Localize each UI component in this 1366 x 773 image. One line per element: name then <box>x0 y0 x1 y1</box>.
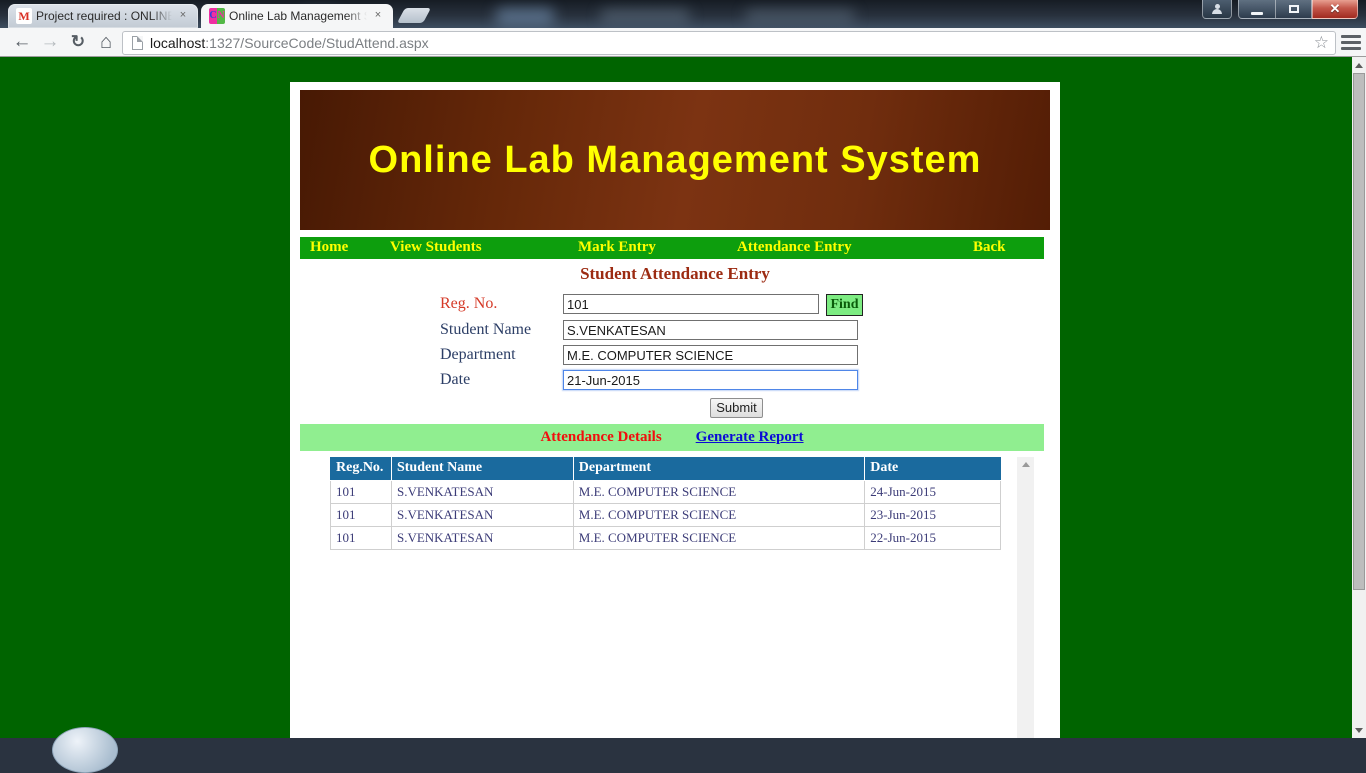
new-tab-button[interactable] <box>397 8 431 23</box>
table-panel-scrollbar[interactable] <box>1017 457 1034 738</box>
department-label: Department <box>440 346 516 364</box>
aero-glass-blob <box>495 8 555 24</box>
date-input[interactable] <box>563 370 858 390</box>
nav-link-back[interactable]: Back <box>973 239 1006 256</box>
reg-no-input[interactable] <box>563 294 819 314</box>
header-date: Date <box>865 457 1001 480</box>
browser-titlebar: M Project required : ONLINE × CN Online … <box>0 0 1366 28</box>
nav-link-attendance-entry[interactable]: Attendance Entry <box>737 239 852 256</box>
web-page: Online Lab Management System Home View S… <box>0 57 1366 738</box>
person-icon <box>1212 4 1222 14</box>
forward-icon[interactable]: → <box>36 29 64 55</box>
scrollbar-down-arrow-icon[interactable] <box>1352 724 1366 736</box>
tab-close-icon[interactable]: × <box>371 9 385 23</box>
date-label: Date <box>440 371 470 389</box>
bookmark-star-icon[interactable]: ☆ <box>1314 33 1329 53</box>
tab-close-icon[interactable]: × <box>176 9 190 23</box>
table-row: 101 S.VENKATESAN M.E. COMPUTER SCIENCE 2… <box>331 480 1001 503</box>
browser-toolbar: ← → ↻ ⌂ localhost:1327/SourceCode/StudAt… <box>0 28 1366 57</box>
nav-link-home[interactable]: Home <box>310 239 348 256</box>
profile-button[interactable] <box>1202 0 1232 19</box>
back-icon[interactable]: ← <box>8 29 36 55</box>
close-button[interactable]: ✕ <box>1312 0 1358 19</box>
page-document-icon <box>132 36 143 50</box>
maximize-icon <box>1289 5 1299 13</box>
attendance-table: Reg.No. Student Name Department Date 101… <box>330 457 1001 550</box>
cn-favicon-icon: CN <box>209 8 225 24</box>
table-header-row: Reg.No. Student Name Department Date <box>331 457 1001 480</box>
scrollbar-up-arrow-icon[interactable] <box>1352 59 1366 71</box>
aero-glass-blob <box>745 10 855 22</box>
window-controls: ✕ <box>1202 0 1358 19</box>
nav-link-mark-entry[interactable]: Mark Entry <box>578 239 656 256</box>
close-icon: ✕ <box>1330 1 1341 17</box>
tab-title: Project required : ONLINE <box>36 9 172 23</box>
minimize-button[interactable] <box>1238 0 1275 19</box>
chrome-menu-icon[interactable] <box>1341 35 1361 51</box>
generate-report-link[interactable]: Generate Report <box>696 429 804 446</box>
minimize-icon <box>1251 12 1263 15</box>
table-row: 101 S.VENKATESAN M.E. COMPUTER SCIENCE 2… <box>331 503 1001 526</box>
taskbar-peek-circle <box>52 727 118 773</box>
header-reg-no: Reg.No. <box>331 457 392 480</box>
home-icon[interactable]: ⌂ <box>92 29 120 55</box>
tab-title: Online Lab Management S <box>229 9 367 23</box>
reg-no-label: Reg. No. <box>440 295 497 313</box>
attendance-details-bar: Attendance Details Generate Report <box>300 424 1044 451</box>
aero-glass-blob <box>600 10 690 22</box>
browser-scrollbar[interactable] <box>1352 57 1366 738</box>
scroll-up-arrow-icon[interactable] <box>1017 457 1034 472</box>
student-name-input[interactable] <box>563 320 858 340</box>
nav-link-view-students[interactable]: View Students <box>390 239 482 256</box>
address-bar[interactable]: localhost:1327/SourceCode/StudAttend.asp… <box>122 31 1336 55</box>
url-text[interactable]: localhost:1327/SourceCode/StudAttend.asp… <box>150 35 429 51</box>
find-button[interactable]: Find <box>826 294 863 316</box>
reload-icon[interactable]: ↻ <box>64 29 92 55</box>
header-student-name: Student Name <box>391 457 573 480</box>
page-title: Student Attendance Entry <box>290 264 1060 284</box>
gmail-favicon-icon: M <box>16 8 32 24</box>
department-input[interactable] <box>563 345 858 365</box>
content-area: Online Lab Management System Home View S… <box>290 82 1060 738</box>
student-name-label: Student Name <box>440 321 531 339</box>
tab-online-lab-management[interactable]: CN Online Lab Management S × <box>201 4 393 28</box>
submit-button[interactable]: Submit <box>710 398 763 418</box>
header-department: Department <box>573 457 864 480</box>
tab-gmail-project-required[interactable]: M Project required : ONLINE × <box>8 4 198 28</box>
attendance-details-title: Attendance Details <box>540 429 661 446</box>
site-title: Online Lab Management System <box>369 139 982 182</box>
table-row: 101 S.VENKATESAN M.E. COMPUTER SCIENCE 2… <box>331 526 1001 549</box>
scrollbar-thumb[interactable] <box>1353 73 1365 590</box>
site-nav-bar: Home View Students Mark Entry Attendance… <box>300 237 1044 259</box>
maximize-button[interactable] <box>1275 0 1312 19</box>
site-header-banner: Online Lab Management System <box>300 90 1050 230</box>
